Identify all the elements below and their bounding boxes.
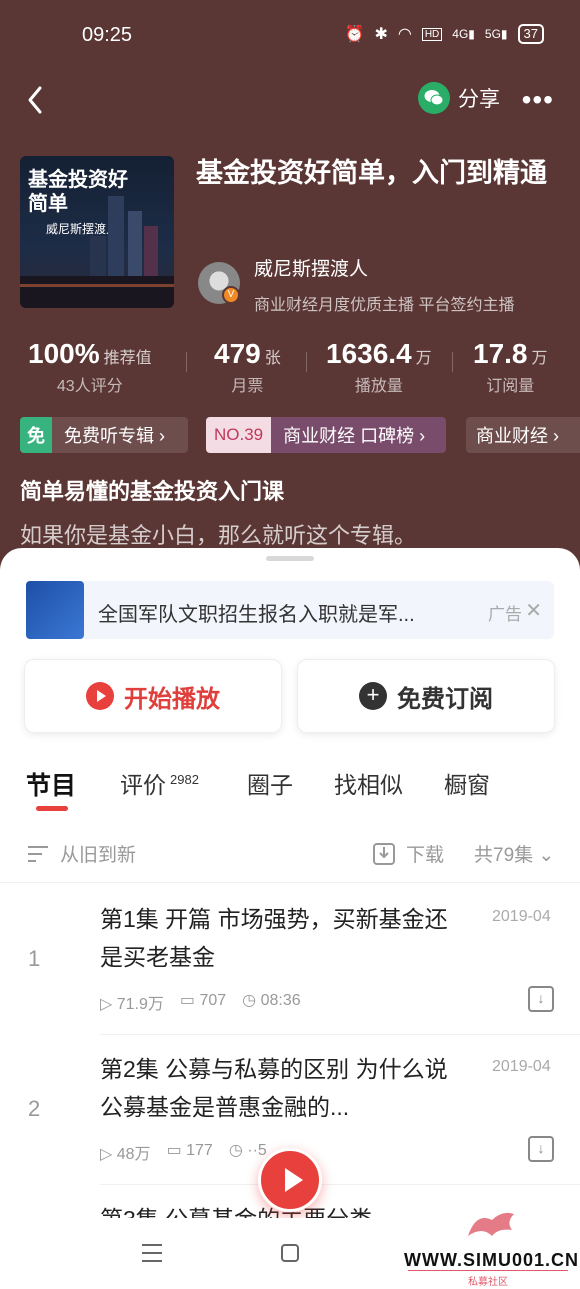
more-icon[interactable]: ••• [522, 84, 554, 116]
play-icon [86, 682, 114, 710]
episode-title[interactable]: 第1集 开篇 市场强势，买新基金还是买老基金 [100, 900, 450, 976]
episode-count-label: 共79集 [474, 845, 534, 866]
subscribe-label: 免费订阅 [397, 685, 493, 713]
signal-5g-icon: 5G▮ [484, 27, 508, 41]
ad-text: 全国军队文职招生报名入职就是军... [98, 604, 415, 626]
ad-banner[interactable]: 全国军队文职招生报名入职就是军... 广告 ✕ [26, 581, 554, 639]
sort-icon [28, 845, 48, 862]
intro-text[interactable]: 如果你是基金小白，那么就听这个专辑。 [20, 518, 416, 550]
stat-recommend: 100% 推荐值 43人评分 [28, 338, 152, 395]
status-icons: ⏰ ✱ ◠ HD 4G▮ 5G▮ 37 [345, 24, 544, 44]
download-button[interactable]: 下载 [372, 840, 444, 867]
bluetooth-icon: ✱ [374, 26, 388, 43]
wechat-icon [418, 82, 450, 114]
watermark-subtitle: 私募社区 [408, 1270, 568, 1288]
stat-divider [452, 352, 453, 372]
stat-divider [306, 352, 307, 372]
category-label: 商业财经 › [476, 426, 559, 446]
watermark-logo-icon [468, 1212, 514, 1236]
category-tag[interactable]: 商业财经 › [466, 417, 580, 453]
tab-showcase[interactable]: 橱窗 [444, 766, 490, 800]
divider [0, 882, 580, 883]
plays-count: ▷ 71.9万 [100, 996, 164, 1013]
tab-circle[interactable]: 圈子 [247, 766, 293, 800]
album-cover: 基金投资好简单 威尼斯摆渡人 [20, 156, 174, 308]
download-icon [373, 842, 395, 865]
row-divider [100, 1034, 580, 1035]
stat-monthly-ticket: 479 张 月票 [214, 338, 281, 395]
comments-count: ▭ 177 [166, 1142, 213, 1159]
start-play-label: 开始播放 [124, 685, 220, 713]
clock-icon: ◷ [228, 1142, 248, 1159]
stat-subscriptions: 17.8 万 订阅量 [473, 338, 548, 395]
tab-programs[interactable]: 节目 [26, 766, 76, 802]
comments-count: ▭ 707 [179, 992, 227, 1009]
play-outline-icon: ▷ [100, 996, 117, 1013]
ranking-tag[interactable]: NO.39 商业财经 口碑榜 › [206, 417, 446, 453]
episode-count-selector[interactable]: 共79集 ⌄ [474, 840, 554, 867]
sort-order-button[interactable]: 从旧到新 [26, 840, 136, 867]
comment-icon: ▭ [166, 1142, 187, 1159]
start-play-button[interactable]: 开始播放 [24, 659, 282, 733]
city-skyline-image [20, 196, 174, 308]
active-tab-indicator [36, 806, 68, 811]
alarm-icon: ⏰ [344, 26, 365, 43]
intro-title: 简单易懂的基金投资入门课 [20, 479, 285, 504]
rank-number: NO.39 [206, 417, 272, 453]
clock-icon: ◷ [242, 992, 261, 1009]
episode-index: 2 [28, 1096, 41, 1121]
duration: ◷ 08:36 [242, 992, 301, 1009]
stat-divider [186, 352, 187, 372]
rank-label: 商业财经 口碑榜 › [283, 426, 426, 446]
tab-reviews[interactable]: 评价 2982 [120, 766, 199, 800]
download-label: 下载 [406, 845, 445, 866]
ad-label: 广告 [488, 605, 522, 624]
sort-order-label: 从旧到新 [60, 845, 137, 866]
close-icon[interactable]: ✕ [525, 598, 542, 623]
comment-icon: ▭ [179, 992, 200, 1009]
episode-meta: ▷ 71.9万 ▭ 707 ◷ 08:36 [100, 990, 301, 1014]
hd-icon: HD [421, 27, 443, 41]
plus-icon: + [359, 682, 387, 710]
signal-4g-icon: 4G▮ [452, 27, 475, 41]
album-title: 基金投资好简单，入门到精通 [196, 158, 547, 188]
floating-play-button[interactable] [258, 1148, 322, 1212]
share-button[interactable]: 分享 [418, 82, 500, 114]
free-album-label: 免费听专辑 › [64, 426, 165, 446]
episode-download-icon[interactable]: ↓ [528, 1136, 554, 1162]
episode-title[interactable]: 第2集 公募与私募的区别 为什么说公募基金是普惠金融的... [100, 1050, 450, 1126]
episode-meta: ▷ 48万 ▭ 177 ◷ ··5 [100, 1140, 267, 1164]
duration: ◷ ··5 [228, 1142, 267, 1159]
home-icon[interactable] [281, 1244, 299, 1262]
tab-similar[interactable]: 找相似 [334, 766, 403, 800]
drag-handle[interactable] [266, 556, 314, 561]
stat-plays: 1636.4 万 播放量 [326, 338, 432, 395]
menu-icon[interactable] [142, 1244, 162, 1262]
status-time: 09:25 [82, 24, 133, 46]
episode-date: 2019-04 [492, 1058, 551, 1075]
back-button[interactable] [22, 80, 52, 120]
episode-download-icon[interactable]: ↓ [528, 986, 554, 1012]
author-name[interactable]: 威尼斯摆渡人 [254, 254, 368, 281]
reviews-count-badge: 2982 [170, 772, 199, 788]
watermark-text: WWW.SIMU001.CN [404, 1250, 580, 1270]
episode-date: 2019-04 [492, 908, 551, 925]
share-label: 分享 [458, 88, 500, 111]
episode-index: 1 [28, 946, 41, 971]
chevron-down-icon: ⌄ [533, 845, 555, 866]
free-album-tag[interactable]: 免 免费听专辑 › [20, 417, 188, 453]
chevron-left-icon [28, 86, 42, 114]
row-divider [100, 1184, 580, 1185]
plays-count: ▷ 48万 [100, 1146, 151, 1163]
wifi-icon: ◠ [397, 26, 412, 43]
author-description: 商业财经月度优质主播 平台签约主播 [254, 297, 515, 314]
free-icon: 免 [20, 417, 52, 453]
verified-icon: V [222, 286, 240, 304]
subscribe-button[interactable]: + 免费订阅 [297, 659, 555, 733]
ad-image [26, 581, 84, 639]
battery-icon: 37 [517, 24, 544, 44]
play-outline-icon: ▷ [100, 1146, 117, 1163]
